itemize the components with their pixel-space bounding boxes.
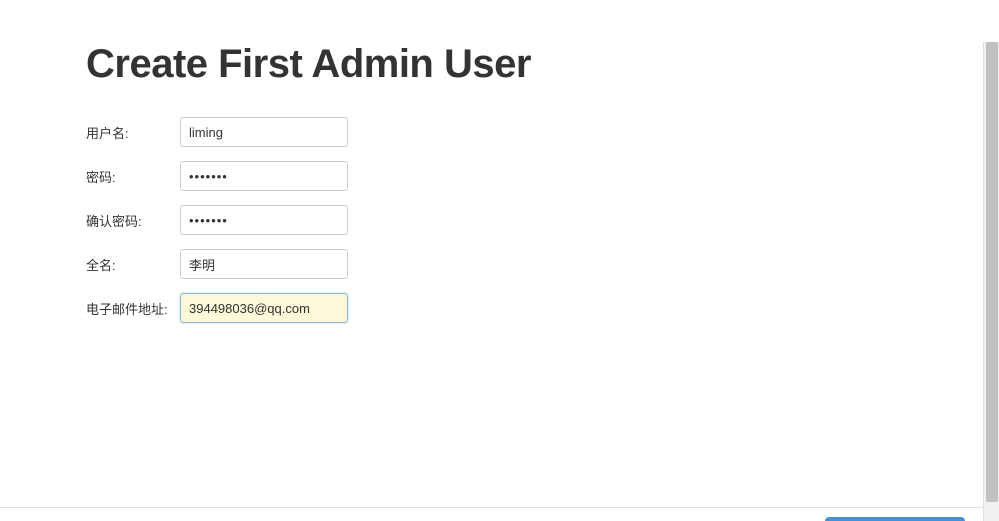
save-and-finish-button[interactable]: Save and Finish bbox=[825, 517, 965, 521]
fullname-input[interactable] bbox=[180, 249, 348, 279]
vertical-scrollbar[interactable] bbox=[983, 42, 999, 521]
form-row-fullname: 全名: bbox=[86, 249, 999, 279]
password-label: 密码: bbox=[86, 167, 180, 186]
username-input[interactable] bbox=[180, 117, 348, 147]
footer-actions: Continue as admin Save and Finish bbox=[670, 517, 965, 521]
admin-user-form: 用户名: 密码: 确认密码: 全名: 电子邮件地址: bbox=[86, 117, 999, 323]
scrollbar-thumb[interactable] bbox=[986, 42, 998, 502]
password-input[interactable] bbox=[180, 161, 348, 191]
confirm-password-input[interactable] bbox=[180, 205, 348, 235]
page-title: Create First Admin User bbox=[86, 42, 999, 87]
confirm-password-label: 确认密码: bbox=[86, 211, 180, 230]
form-row-email: 电子邮件地址: bbox=[86, 293, 999, 323]
form-row-confirm-password: 确认密码: bbox=[86, 205, 999, 235]
footer: Jenkins 2.60.3 Continue as admin Save an… bbox=[0, 507, 983, 521]
email-label: 电子邮件地址: bbox=[86, 299, 180, 318]
email-input[interactable] bbox=[180, 293, 348, 323]
form-row-username: 用户名: bbox=[86, 117, 999, 147]
fullname-label: 全名: bbox=[86, 255, 180, 274]
username-label: 用户名: bbox=[86, 123, 180, 142]
form-row-password: 密码: bbox=[86, 161, 999, 191]
